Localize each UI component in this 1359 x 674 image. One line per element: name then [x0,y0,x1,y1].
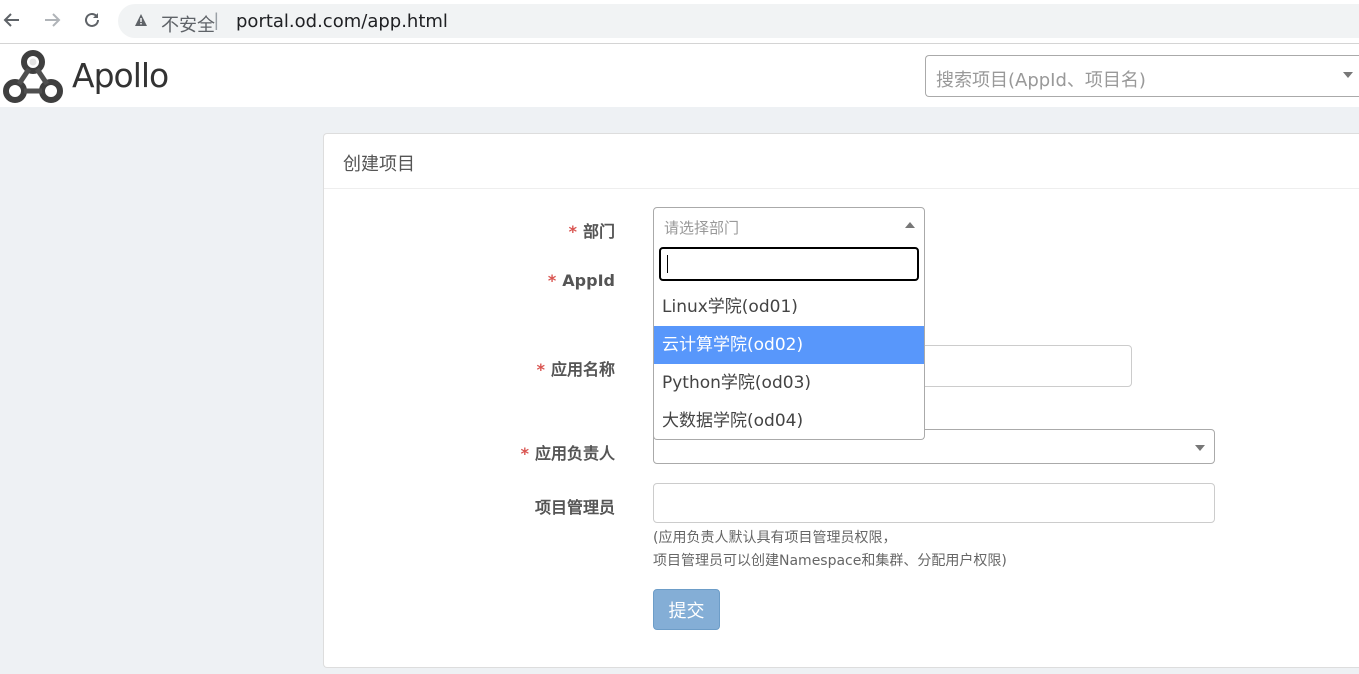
dept-label: * 部门 [569,218,615,242]
dept-dropdown: Linux学院(od01) 云计算学院(od02) Python学院(od03)… [653,241,925,440]
appname-label-text: 应用名称 [550,360,615,379]
owner-label-text: 应用负责人 [534,444,615,463]
reload-icon[interactable] [80,8,104,32]
dept-option[interactable]: Linux学院(od01) [654,288,924,326]
admin-help-line2: 项目管理员可以创建Namespace和集群、分配用户权限) [653,553,1007,569]
text-cursor [667,255,668,273]
dept-select[interactable]: 请选择部门 [653,207,925,242]
required-mark: * [520,444,529,463]
chevron-down-icon [1343,72,1353,78]
admin-label-text: 项目管理员 [534,498,615,517]
apollo-logo-icon[interactable] [2,47,64,110]
app-header: Apollo 搜索项目(AppId、项目名) [0,44,1359,107]
owner-label: * 应用负责人 [521,440,615,464]
panel-title: 创建项目 [343,154,415,175]
dept-option[interactable]: Python学院(od03) [654,364,924,402]
panel-header: 创建项目 [324,134,1359,189]
url-separator: | [214,10,219,30]
appname-label: * 应用名称 [537,356,615,380]
admin-input[interactable] [653,483,1215,523]
appid-label: * AppId [548,271,615,290]
dropdown-search-input[interactable] [659,247,919,281]
chevron-up-icon [905,222,915,228]
admin-help-line1: (应用负责人默认具有项目管理员权限， [653,530,897,546]
submit-button[interactable]: 提交 [653,589,720,630]
chevron-down-icon [1195,445,1205,451]
required-mark: * [547,271,557,290]
required-mark: * [568,222,577,241]
forward-arrow-icon[interactable] [40,8,64,32]
admin-label: 项目管理员 [535,494,615,518]
dept-option-highlighted[interactable]: 云计算学院(od02) [654,326,924,364]
browser-toolbar: 不安全 | portal.od.com/app.html [0,0,1359,44]
project-search-select[interactable]: 搜索项目(AppId、项目名) [925,55,1359,97]
required-mark: * [536,360,545,379]
back-arrow-icon[interactable] [0,8,24,32]
logo-text[interactable]: Apollo [72,56,169,95]
url-text[interactable]: portal.od.com/app.html [236,11,448,32]
security-status-text: 不安全 [161,15,215,36]
address-bar[interactable]: 不安全 | portal.od.com/app.html [118,4,1359,38]
dept-placeholder: 请选择部门 [664,219,740,237]
search-placeholder: 搜索项目(AppId、项目名) [936,70,1146,91]
dept-label-text: 部门 [582,222,615,241]
appid-label-text: AppId [562,271,615,290]
warning-triangle-icon [134,13,148,32]
dept-option[interactable]: 大数据学院(od04) [654,402,924,440]
